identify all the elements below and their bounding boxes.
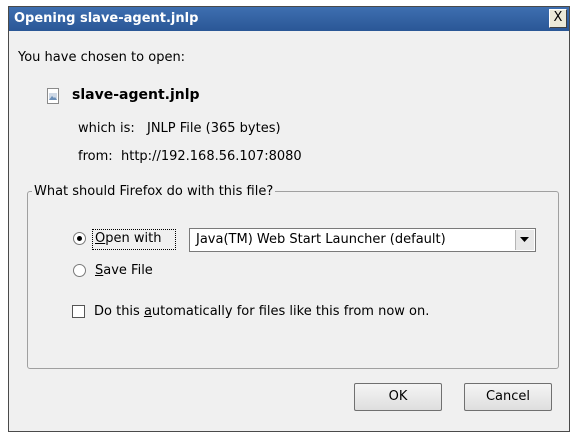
save-file-label[interactable]: Save File [95, 263, 153, 278]
dropdown-arrow-button[interactable] [515, 230, 534, 250]
open-with-label[interactable]: Open with [95, 231, 161, 246]
auto-action-label[interactable]: Do this automatically for files like thi… [94, 304, 429, 319]
file-type-value: JNLP File (365 bytes) [147, 121, 281, 136]
ok-button[interactable]: OK [354, 383, 442, 411]
open-with-radio[interactable] [73, 232, 86, 245]
auto-action-checkbox[interactable] [72, 305, 85, 318]
open-with-app-value: Java(TM) Web Start Launcher (default) [196, 232, 446, 247]
radio-selected-dot [77, 236, 82, 241]
file-source-label: from: [78, 149, 113, 164]
chevron-down-icon [520, 237, 529, 242]
open-with-app-select[interactable]: Java(TM) Web Start Launcher (default) [189, 228, 536, 252]
file-open-dialog: Opening slave-agent.jnlp X You have chos… [8, 6, 570, 432]
jnlp-file-icon [47, 88, 59, 104]
cancel-button[interactable]: Cancel [464, 383, 552, 411]
file-name: slave-agent.jnlp [72, 87, 200, 103]
title-bar[interactable]: Opening slave-agent.jnlp X [9, 7, 569, 31]
save-file-radio[interactable] [73, 264, 86, 277]
file-type-label: which is: [78, 121, 135, 136]
close-button[interactable]: X [549, 9, 567, 28]
close-icon: X [553, 10, 563, 25]
file-source-value: http://192.168.56.107:8080 [121, 149, 302, 164]
intro-text: You have chosen to open: [18, 50, 186, 65]
action-group-legend: What should Firefox do with this file? [34, 184, 274, 199]
dialog-title: Opening slave-agent.jnlp [14, 11, 199, 26]
